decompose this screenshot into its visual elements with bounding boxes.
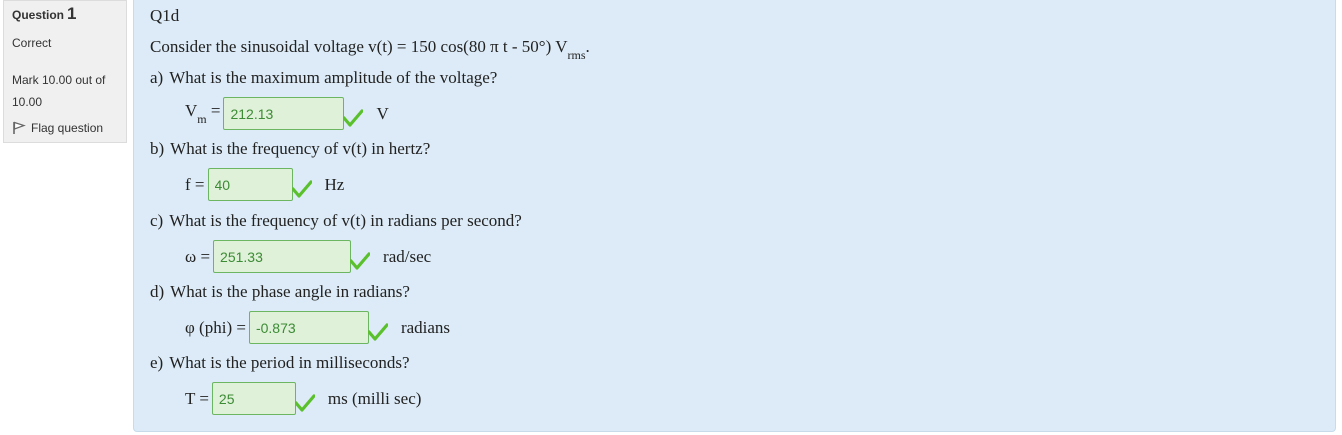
part-c-letter: c)	[150, 211, 164, 230]
part-b-question: b) What is the frequency of v(t) in hertz…	[150, 139, 430, 159]
part-a-unit: V	[376, 103, 389, 123]
part-e-question: e) What is the period in milliseconds?	[150, 353, 410, 373]
part-b-unit: Hz	[324, 174, 345, 194]
part-a-label: Vm =	[185, 100, 221, 126]
flag-question-link[interactable]: Flag question	[12, 121, 126, 135]
part-a-answer-input[interactable]	[223, 97, 345, 130]
part-d-letter: d)	[150, 282, 165, 301]
part-e-letter: e)	[150, 353, 164, 372]
part-d-text: What is the phase angle in radians?	[170, 282, 410, 301]
part-a-letter: a)	[150, 68, 164, 87]
correct-check-icon	[291, 179, 312, 198]
part-a-answer-row: Vm = V	[185, 97, 389, 130]
correct-check-icon	[343, 108, 364, 127]
part-c-answer-row: ω = rad/sec	[185, 240, 431, 273]
question-info-panel: Question 1 Correct Mark 10.00 out of 10.0…	[3, 0, 127, 143]
part-e-text: What is the period in milliseconds?	[169, 353, 410, 372]
question-state: Correct	[12, 36, 52, 50]
flag-icon	[13, 121, 26, 134]
correct-check-icon	[367, 322, 388, 341]
part-d-label: φ (phi) =	[185, 317, 246, 337]
part-e-unit: ms (milli sec)	[327, 388, 422, 408]
question-number: Question 1	[12, 4, 126, 24]
part-c-label: ω =	[185, 246, 211, 266]
question-content: Q1d Consider the sinusoidal voltage v(t)…	[133, 0, 1336, 432]
correct-check-icon	[350, 251, 371, 270]
prompt-subscript: rms	[567, 48, 586, 63]
part-d-answer-row: φ (phi) = radians	[185, 311, 450, 344]
part-b-letter: b)	[150, 139, 165, 158]
question-title: Q1d	[150, 6, 180, 25]
part-d-unit: radians	[400, 317, 451, 337]
question-number-value: 1	[67, 4, 77, 23]
part-b-label: f =	[185, 174, 205, 194]
part-c-unit: rad/sec	[383, 246, 432, 266]
flag-question-label: Flag question	[31, 121, 104, 135]
part-a-question: a) What is the maximum amplitude of the v…	[150, 68, 497, 88]
question-label: Question	[12, 8, 65, 22]
part-d-answer-input[interactable]	[248, 311, 369, 344]
part-c-answer-input[interactable]	[213, 240, 352, 273]
part-b-answer-input[interactable]	[207, 168, 293, 201]
part-c-question: c) What is the frequency of v(t) in radia…	[150, 211, 522, 231]
correct-check-icon	[294, 393, 315, 412]
part-b-text: What is the frequency of v(t) in hertz?	[170, 139, 431, 158]
part-b-answer-row: f = Hz	[185, 168, 344, 201]
prompt-end: .	[585, 37, 590, 56]
part-e-answer-row: T = ms (milli sec)	[185, 382, 421, 415]
part-e-answer-input[interactable]	[211, 382, 296, 415]
part-d-question: d) What is the phase angle in radians?	[150, 282, 410, 302]
question-prompt: Consider the sinusoidal voltage v(t) = 1…	[150, 37, 590, 63]
part-c-text: What is the frequency of v(t) in radians…	[169, 211, 522, 230]
part-e-label: T =	[185, 388, 209, 408]
question-grade: Mark 10.00 out of 10.00	[12, 73, 106, 109]
part-a-text: What is the maximum amplitude of the vol…	[169, 68, 498, 87]
prompt-text: Consider the sinusoidal voltage v(t) = 1…	[150, 37, 568, 56]
